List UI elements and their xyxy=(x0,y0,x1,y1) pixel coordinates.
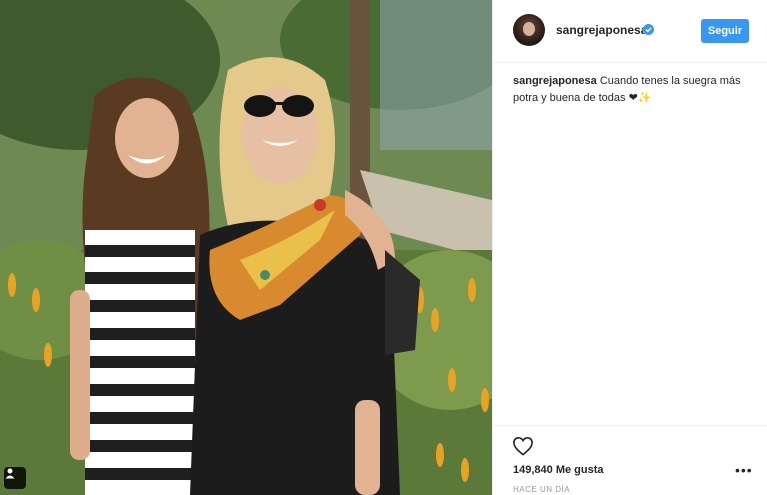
verified-badge-icon xyxy=(643,24,654,35)
caption-username[interactable]: sangrejaponesa xyxy=(513,75,597,87)
follow-button[interactable]: Seguir xyxy=(701,19,749,43)
user-tag-icon[interactable] xyxy=(4,467,26,489)
post-photo[interactable] xyxy=(0,0,492,495)
likes-count[interactable]: 149,840 Me gusta xyxy=(513,464,604,476)
more-options-icon[interactable]: ••• xyxy=(735,463,752,477)
username-link[interactable]: sangrejaponesa xyxy=(556,23,647,37)
post-caption: sangrejaponesa Cuando tenes la suegra má… xyxy=(513,73,753,107)
heart-icon[interactable] xyxy=(512,436,534,456)
post-timestamp: HACE UN DÍA xyxy=(513,485,571,494)
photo-illustration xyxy=(0,0,492,495)
post-side-panel: sangrejaponesa Seguir sangrejaponesa Cua… xyxy=(492,0,767,495)
profile-avatar[interactable] xyxy=(513,14,545,46)
post-header: sangrejaponesa Seguir xyxy=(493,0,767,63)
post-actions: 149,840 Me gusta HACE UN DÍA ••• xyxy=(493,425,767,495)
